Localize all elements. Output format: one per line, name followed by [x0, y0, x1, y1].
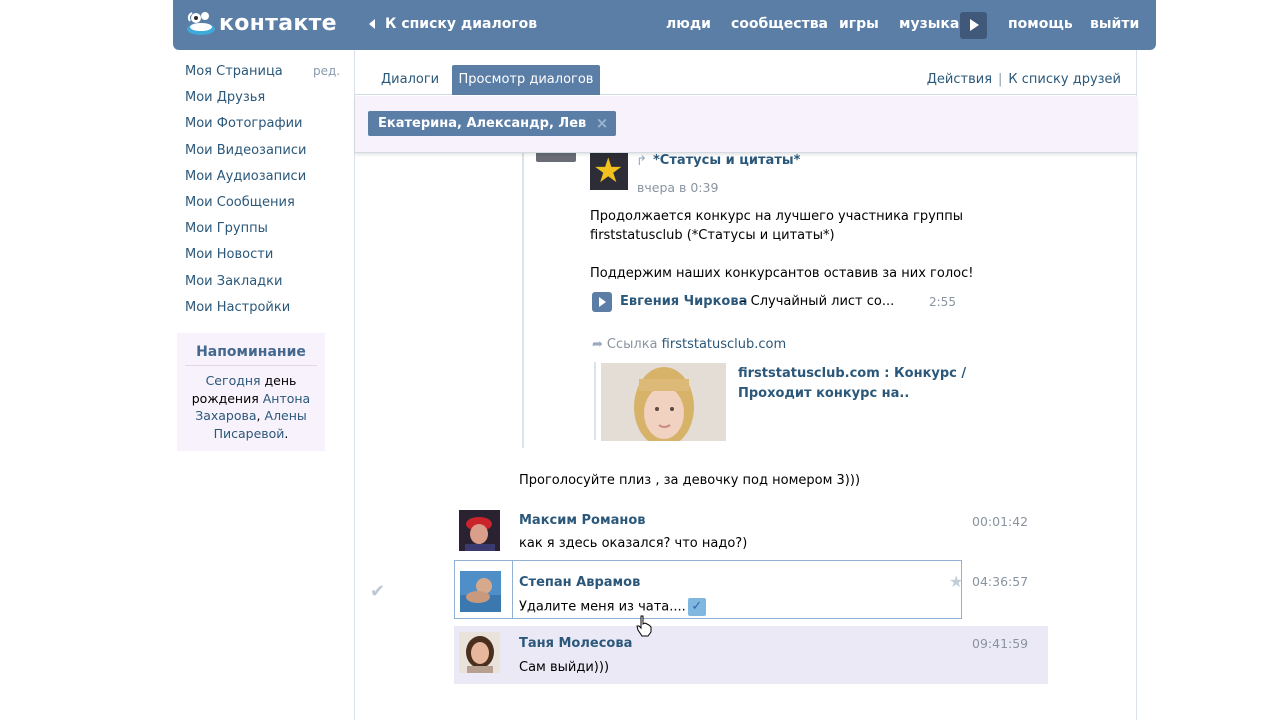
message-text: Проголосуйте плиз , за девочку под номер…: [519, 473, 861, 488]
message-text: Удалите меня из чата....: [519, 599, 686, 615]
link-domain[interactable]: firststatusclub.com: [662, 337, 787, 352]
actions-link[interactable]: Действия: [927, 72, 992, 87]
sidebar-item-bookmarks[interactable]: Мои Закладки: [185, 272, 345, 298]
sidebar-item-friends[interactable]: Мои Друзья: [185, 88, 345, 114]
link-quote-bar: [594, 362, 596, 440]
reminder-title: Напоминание: [185, 344, 317, 366]
message-time: 04:36:57: [972, 574, 1029, 589]
link-attachment-header: ➦ Ссылка firststatusclub.com: [592, 337, 786, 352]
back-to-dialogs-label: К списку диалогов: [385, 16, 538, 32]
avatar[interactable]: [459, 632, 500, 673]
message-author[interactable]: Степан Аврамов: [519, 575, 640, 590]
link-arrow-icon: ➦: [592, 337, 603, 352]
reminder-text: Сегодня день рождения Антона Захарова, А…: [177, 366, 325, 442]
hand-cursor-icon: [636, 615, 652, 637]
participants-bar: Екатерина, Александр, Лев ×: [355, 96, 1137, 153]
repost-icon: ↱: [636, 154, 647, 169]
top-header: контакте К списку диалогов люди сообщест…: [173, 0, 1156, 50]
message-row-unread[interactable]: Таня Молесова Сам выйди))) 09:41:59: [454, 626, 1048, 684]
participants-chip[interactable]: Екатерина, Александр, Лев ×: [368, 111, 617, 136]
message-time: 09:41:59: [972, 636, 1029, 651]
post-text-line: firststatusclub (*Статусы и цитаты*): [590, 228, 835, 243]
message-author[interactable]: Максим Романов: [519, 513, 646, 528]
tab-dialogs[interactable]: Диалоги: [381, 72, 439, 87]
group-name-link[interactable]: *Статусы и цитаты*: [653, 153, 800, 168]
message-text: как я здесь оказался? что надо?): [519, 536, 748, 551]
forward-quote-bar: [522, 150, 524, 448]
sidebar-item-audios[interactable]: Мои Аудиозаписи: [185, 167, 345, 193]
audio-duration: 2:55: [929, 295, 956, 309]
reminder-today-link[interactable]: Сегодня: [206, 373, 261, 388]
audio-title: – Случайный лист со...: [740, 294, 895, 309]
message-row-selected[interactable]: ✔ Степан Аврамов Удалите меня из чата...…: [370, 558, 1048, 621]
audio-artist[interactable]: Евгения Чиркова: [620, 294, 747, 309]
post-time[interactable]: вчера в 0:39: [637, 180, 718, 195]
audio-attachment: Евгения Чиркова – Случайный лист со... 2…: [592, 292, 956, 312]
logo-text: контакте: [219, 10, 337, 36]
reminder-comma: ,: [256, 408, 261, 423]
link-title[interactable]: firststatusclub.com : Конкурс / Проходит…: [738, 364, 968, 404]
sidebar-item-settings[interactable]: Мои Настройки: [185, 298, 345, 324]
group-avatar[interactable]: ★: [590, 152, 628, 190]
nav-communities[interactable]: сообщества: [731, 16, 828, 32]
divider: |: [998, 72, 1003, 87]
audio-play-button[interactable]: [592, 292, 612, 312]
close-icon[interactable]: ×: [596, 111, 609, 136]
link-preview-image[interactable]: [601, 363, 726, 441]
link-prefix: Ссылка: [606, 337, 658, 352]
logo[interactable]: контакте: [185, 6, 337, 40]
play-icon: [599, 297, 606, 307]
avatar[interactable]: [460, 571, 501, 612]
post-text-line: Продолжается конкурс на лучшего участник…: [590, 209, 964, 224]
nav-music[interactable]: музыка: [899, 16, 959, 32]
sidebar-item-groups[interactable]: Мои Группы: [185, 219, 345, 245]
avatar[interactable]: [459, 510, 500, 551]
checkmark-icon[interactable]: ✔: [370, 581, 385, 602]
back-to-dialogs-link[interactable]: К списку диалогов: [369, 16, 537, 32]
message-author[interactable]: Таня Молесова: [519, 636, 632, 651]
tabs-bar: Диалоги Просмотр диалогов Действия | К спи…: [355, 65, 1137, 95]
nav-help[interactable]: помощь: [1008, 16, 1073, 32]
link-title-line: firststatusclub.com : Конкурс /: [738, 366, 967, 381]
message-text: Сам выйди))): [519, 660, 610, 675]
participants-label: Екатерина, Александр, Лев: [378, 116, 587, 131]
logo-icon: [185, 7, 217, 39]
music-play-button[interactable]: [960, 12, 987, 39]
edit-link[interactable]: ред.: [313, 64, 340, 78]
sidebar-item-videos[interactable]: Мои Видеозаписи: [185, 141, 345, 167]
reminder-dot: .: [284, 425, 289, 441]
nav-games[interactable]: игры: [839, 16, 879, 32]
nav-logout[interactable]: выйти: [1090, 16, 1139, 32]
friends-list-link[interactable]: К списку друзей: [1008, 72, 1121, 87]
message-text-wrap: Удалите меня из чата.... ✓: [519, 598, 706, 616]
message-time: 00:01:42: [972, 514, 1029, 529]
play-icon: [970, 19, 979, 31]
star-icon: ★: [593, 152, 624, 190]
reminder-box: Напоминание Сегодня день рождения Антона…: [177, 333, 325, 451]
nav-people[interactable]: люди: [666, 16, 711, 32]
star-icon[interactable]: ★: [949, 572, 963, 591]
message-row[interactable]: Максим Романов как я здесь оказался? что…: [454, 506, 1048, 566]
checkbox-icon: ✓: [687, 598, 706, 616]
sidebar-item-news[interactable]: Мои Новости: [185, 245, 345, 271]
link-title-line: Проходит конкурс на..: [738, 386, 910, 401]
sidebar-item-photos[interactable]: Мои Фотографии: [185, 114, 345, 140]
tab-view-dialogs[interactable]: Просмотр диалогов: [452, 65, 600, 95]
post-text-line: Поддержим наших конкурсантов оставив за …: [590, 266, 974, 281]
chevron-left-icon: [369, 19, 375, 29]
top-actions: Действия | К списку друзей: [927, 72, 1121, 87]
sidebar: ред. Моя Страница Мои Друзья Мои Фотогра…: [185, 62, 345, 324]
sidebar-item-messages[interactable]: Мои Сообщения: [185, 193, 345, 219]
